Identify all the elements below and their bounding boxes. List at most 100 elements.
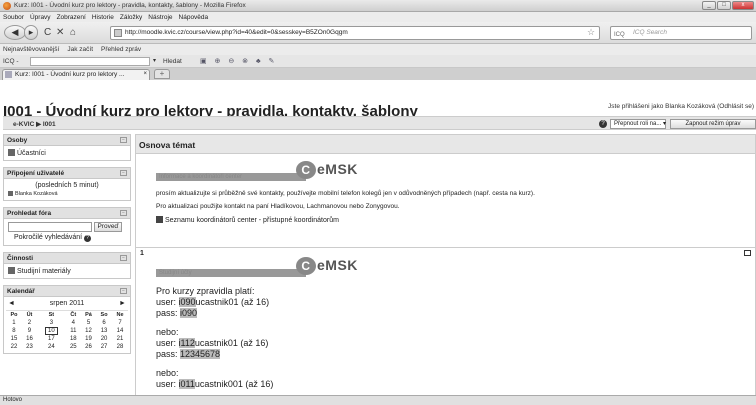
calendar-day[interactable]: 28 [112, 343, 128, 351]
bookmark-star-icon[interactable]: ☆ [587, 27, 595, 38]
account-pass-2: pass: 12345678 [156, 349, 221, 359]
calendar-day[interactable]: 16 [22, 335, 37, 343]
calendar-next-icon[interactable]: ► [119, 300, 126, 307]
logged-in-info[interactable]: Jste přihlášeni jako Blanka Kozáková (Od… [608, 103, 754, 110]
online-user-link[interactable]: Blanka Kozáková [15, 191, 58, 197]
reload-icon[interactable]: C [44, 27, 51, 38]
calendar-day[interactable]: 6 [96, 319, 112, 327]
icq-tool-icons[interactable]: ▣ ⊕ ⊖ ⊗ ♣ ✎ [200, 57, 277, 65]
back-button[interactable]: ◀ [4, 25, 26, 40]
calendar-day[interactable]: 4 [66, 319, 81, 327]
calendar-day[interactable]: 13 [96, 327, 112, 335]
calendar-day[interactable]: 9 [22, 327, 37, 335]
forward-button[interactable]: ▸ [24, 25, 38, 40]
section-heading: Osnova témat [135, 134, 756, 154]
icq-search-input[interactable] [30, 57, 150, 66]
help-icon[interactable]: ? [84, 235, 92, 242]
menu-nastroje[interactable]: Nástroje [148, 14, 172, 21]
calendar-month[interactable]: srpen 2011 [50, 300, 85, 307]
tab-course[interactable]: Kurz: I001 - Úvodní kurz pro lektory ...… [2, 69, 150, 80]
menu-historie[interactable]: Historie [92, 14, 114, 21]
calendar-day[interactable]: 17 [37, 335, 66, 343]
menu-soubor[interactable]: Soubor [3, 14, 24, 21]
new-tab-button[interactable]: + [154, 69, 170, 79]
calendar-day[interactable]: 21 [112, 335, 128, 343]
hide-block-icon[interactable]: − [120, 288, 127, 294]
hide-block-icon[interactable]: − [120, 170, 127, 176]
calendar-day-header: Pá [85, 312, 92, 318]
advanced-search-link[interactable]: Pokročilé vyhledávání [14, 234, 82, 241]
forum-search-input[interactable] [8, 222, 92, 232]
breadcrumb[interactable]: e-KVIC ▶ I001 [13, 120, 56, 128]
participants-icon [8, 149, 15, 156]
block-people: Osoby − Účastníci [3, 134, 131, 161]
bookmarks-toolbar: Nejnavštěvovanější Jak začít Přehled zpr… [0, 44, 756, 55]
block-online-users: Připojení uživatelé − (posledních 5 minu… [3, 167, 131, 201]
hide-block-icon[interactable]: − [120, 210, 127, 216]
icq-find-button[interactable]: Hledat [163, 58, 182, 65]
account-user-1: user: i090ucastnik01 (až 16) [156, 297, 270, 307]
participants-link[interactable]: Účastníci [17, 150, 46, 157]
home-icon[interactable]: ⌂ [70, 27, 76, 38]
calendar-day[interactable]: 23 [22, 343, 37, 351]
calendar-day[interactable]: 2 [22, 319, 37, 327]
calendar-day[interactable]: 20 [96, 335, 112, 343]
hide-block-icon[interactable]: − [120, 137, 127, 143]
search-engine-icon[interactable]: ICQ [614, 29, 630, 38]
block-people-title: Osoby − [4, 135, 130, 146]
calendar-day[interactable]: 27 [96, 343, 112, 351]
help-icon[interactable]: ? [599, 120, 607, 128]
tab-close-icon[interactable]: × [143, 70, 147, 79]
address-bar[interactable]: http://moodle.kvic.cz/course/view.php?id… [110, 26, 600, 40]
calendar-day[interactable]: 3 [37, 319, 66, 327]
moodle-page: I001 - Úvodní kurz pro lektory - pravidl… [0, 80, 756, 395]
close-window-button[interactable]: x [732, 1, 754, 10]
calendar-day[interactable]: 11 [66, 327, 81, 335]
calendar-day[interactable]: 14 [112, 327, 128, 335]
switch-role-select[interactable]: Přepnout roli na... ▾ [610, 119, 666, 129]
account-pass-1: pass: i090 [156, 308, 198, 318]
stop-icon[interactable]: ✕ [56, 27, 64, 38]
calendar-day[interactable]: 22 [6, 343, 22, 351]
calendar-day[interactable]: 10 [37, 327, 66, 335]
calendar-day[interactable]: 15 [6, 335, 22, 343]
menu-zalozky[interactable]: Záložky [120, 14, 142, 21]
calendar-day[interactable]: 8 [6, 327, 22, 335]
calendar-day[interactable]: 25 [66, 343, 81, 351]
calendar-day[interactable]: 5 [81, 319, 96, 327]
topic-collapse-icon[interactable] [744, 250, 751, 256]
left-sidebar: Osoby − Účastníci Připojení uživatelé − … [3, 134, 131, 360]
forum-search-button[interactable]: Proveď [93, 222, 122, 232]
bookmark-news[interactable]: Přehled zpráv [101, 46, 141, 53]
menu-upravy[interactable]: Úpravy [30, 14, 51, 21]
icq-label[interactable]: ICQ - [3, 58, 19, 65]
calendar-day-header: Čt [70, 312, 77, 318]
icq-dropdown-icon[interactable]: ▾ [153, 57, 156, 64]
maximize-button[interactable]: □ [717, 1, 731, 10]
calendar-prev-icon[interactable]: ◄ [8, 300, 15, 307]
coordinators-link[interactable]: Seznamu koordinátorů center - přístupné … [165, 217, 339, 224]
study-materials-link[interactable]: Studijní materiály [17, 268, 71, 275]
window-title: Kurz: I001 - Úvodní kurz pro lektory - p… [14, 2, 246, 9]
calendar-day[interactable]: 19 [81, 335, 96, 343]
calendar-day[interactable]: 26 [81, 343, 96, 351]
status-bar: Hotovo [0, 395, 756, 405]
emsk-logo: CeMSK [296, 161, 358, 179]
main-content: Osnova témat Informace a koordinátoři ce… [135, 134, 756, 395]
calendar-day[interactable]: 24 [37, 343, 66, 351]
hide-block-icon[interactable]: − [120, 255, 127, 261]
menu-zobrazeni[interactable]: Zobrazení [57, 14, 86, 21]
calendar-day[interactable]: 12 [81, 327, 96, 335]
calendar-day[interactable]: 18 [66, 335, 81, 343]
calendar-day[interactable]: 7 [112, 319, 128, 327]
bookmark-getting-started[interactable]: Jak začít [67, 46, 93, 53]
user-icon [8, 191, 13, 196]
bookmark-most-visited[interactable]: Nejnavštěvovanější [3, 46, 59, 53]
menu-napoveda[interactable]: Nápověda [179, 14, 209, 21]
topic0-banner-bar: Informace a koordinátoři center [156, 173, 306, 181]
calendar-day-header: Po [10, 312, 18, 318]
search-box[interactable]: ICQ ICQ Search [610, 26, 752, 40]
calendar-day[interactable]: 1 [6, 319, 22, 327]
edit-mode-button[interactable]: Zapnout režim úprav [670, 119, 756, 129]
minimize-button[interactable]: _ [702, 1, 716, 10]
